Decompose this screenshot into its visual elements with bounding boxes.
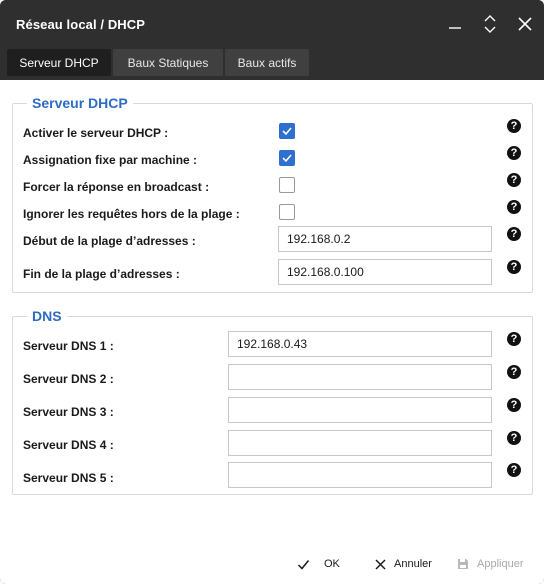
dialog-content: Serveur DHCP Activer le serveur DHCP : ?…	[0, 80, 544, 584]
help-icon[interactable]: ?	[507, 200, 521, 214]
dns3-label: Serveur DNS 3 :	[23, 405, 114, 419]
dns3-input[interactable]	[228, 397, 492, 423]
dns4-input[interactable]	[228, 430, 492, 456]
dhcp-server-group: Serveur DHCP Activer le serveur DHCP : ?…	[12, 95, 533, 293]
maximize-button[interactable]	[478, 12, 502, 36]
checkmark-icon	[282, 127, 292, 136]
ignore-out-of-range-label: Ignorer les requêtes hors de la plage :	[23, 207, 240, 221]
dns5-input[interactable]	[228, 462, 492, 488]
enable-dhcp-checkbox[interactable]	[279, 123, 295, 139]
help-icon[interactable]: ?	[507, 463, 521, 477]
range-start-label: Début de la plage d’adresses :	[23, 234, 196, 248]
help-icon[interactable]: ?	[507, 332, 521, 346]
save-icon	[458, 559, 468, 569]
tab-bar: Serveur DHCP Baux Statiques Baux actifs	[0, 46, 544, 80]
help-icon[interactable]: ?	[507, 365, 521, 379]
range-start-input[interactable]	[278, 226, 492, 252]
help-icon[interactable]: ?	[507, 431, 521, 445]
window-title: Réseau local / DHCP	[16, 17, 146, 32]
dns2-label: Serveur DNS 2 :	[23, 372, 114, 386]
broadcast-checkbox[interactable]	[279, 177, 295, 193]
cancel-button[interactable]: Annuler	[375, 552, 432, 576]
ignore-out-of-range-checkbox[interactable]	[279, 204, 295, 220]
apply-button[interactable]: Appliquer	[457, 552, 523, 576]
help-icon[interactable]: ?	[507, 146, 521, 160]
close-icon	[375, 558, 386, 570]
dns5-label: Serveur DNS 5 :	[23, 471, 114, 485]
range-end-input[interactable]	[278, 259, 492, 285]
dns4-label: Serveur DNS 4 :	[23, 438, 114, 452]
dns-group-title: DNS	[27, 308, 67, 324]
dhcp-dialog-window: Réseau local / DHCP Serveur DHCP Baux St…	[0, 0, 544, 584]
help-icon[interactable]: ?	[507, 119, 521, 133]
dns1-input[interactable]	[228, 331, 492, 357]
tab-baux-statiques[interactable]: Baux Statiques	[113, 49, 223, 76]
tab-baux-actifs[interactable]: Baux actifs	[225, 49, 309, 76]
help-icon[interactable]: ?	[507, 227, 521, 241]
tab-serveur-dhcp[interactable]: Serveur DHCP	[7, 49, 111, 76]
help-icon[interactable]: ?	[507, 173, 521, 187]
checkmark-icon	[297, 559, 310, 570]
ok-button[interactable]: OK	[297, 552, 340, 576]
expand-chevrons-icon	[484, 15, 496, 33]
close-button[interactable]	[513, 12, 537, 36]
help-icon[interactable]: ?	[507, 398, 521, 412]
minimize-icon	[449, 27, 461, 29]
ok-label: OK	[324, 558, 340, 570]
minimize-button[interactable]	[443, 12, 467, 36]
title-bar: Réseau local / DHCP	[0, 0, 544, 46]
dns-group: DNS Serveur DNS 1 : ? Serveur DNS 2 : ? …	[12, 308, 533, 495]
enable-dhcp-label: Activer le serveur DHCP :	[23, 126, 169, 140]
fixed-assignment-checkbox[interactable]	[279, 150, 295, 166]
help-icon[interactable]: ?	[507, 260, 521, 274]
dns2-input[interactable]	[228, 364, 492, 390]
dns1-label: Serveur DNS 1 :	[23, 339, 114, 353]
apply-label: Appliquer	[477, 558, 524, 570]
range-end-label: Fin de la plage d’adresses :	[23, 267, 180, 281]
fixed-assignment-label: Assignation fixe par machine :	[23, 153, 198, 167]
close-icon	[518, 17, 532, 31]
broadcast-label: Forcer la réponse en broadcast :	[23, 180, 210, 194]
cancel-label: Annuler	[394, 558, 432, 570]
checkmark-icon	[282, 154, 292, 163]
dhcp-group-title: Serveur DHCP	[27, 95, 133, 111]
